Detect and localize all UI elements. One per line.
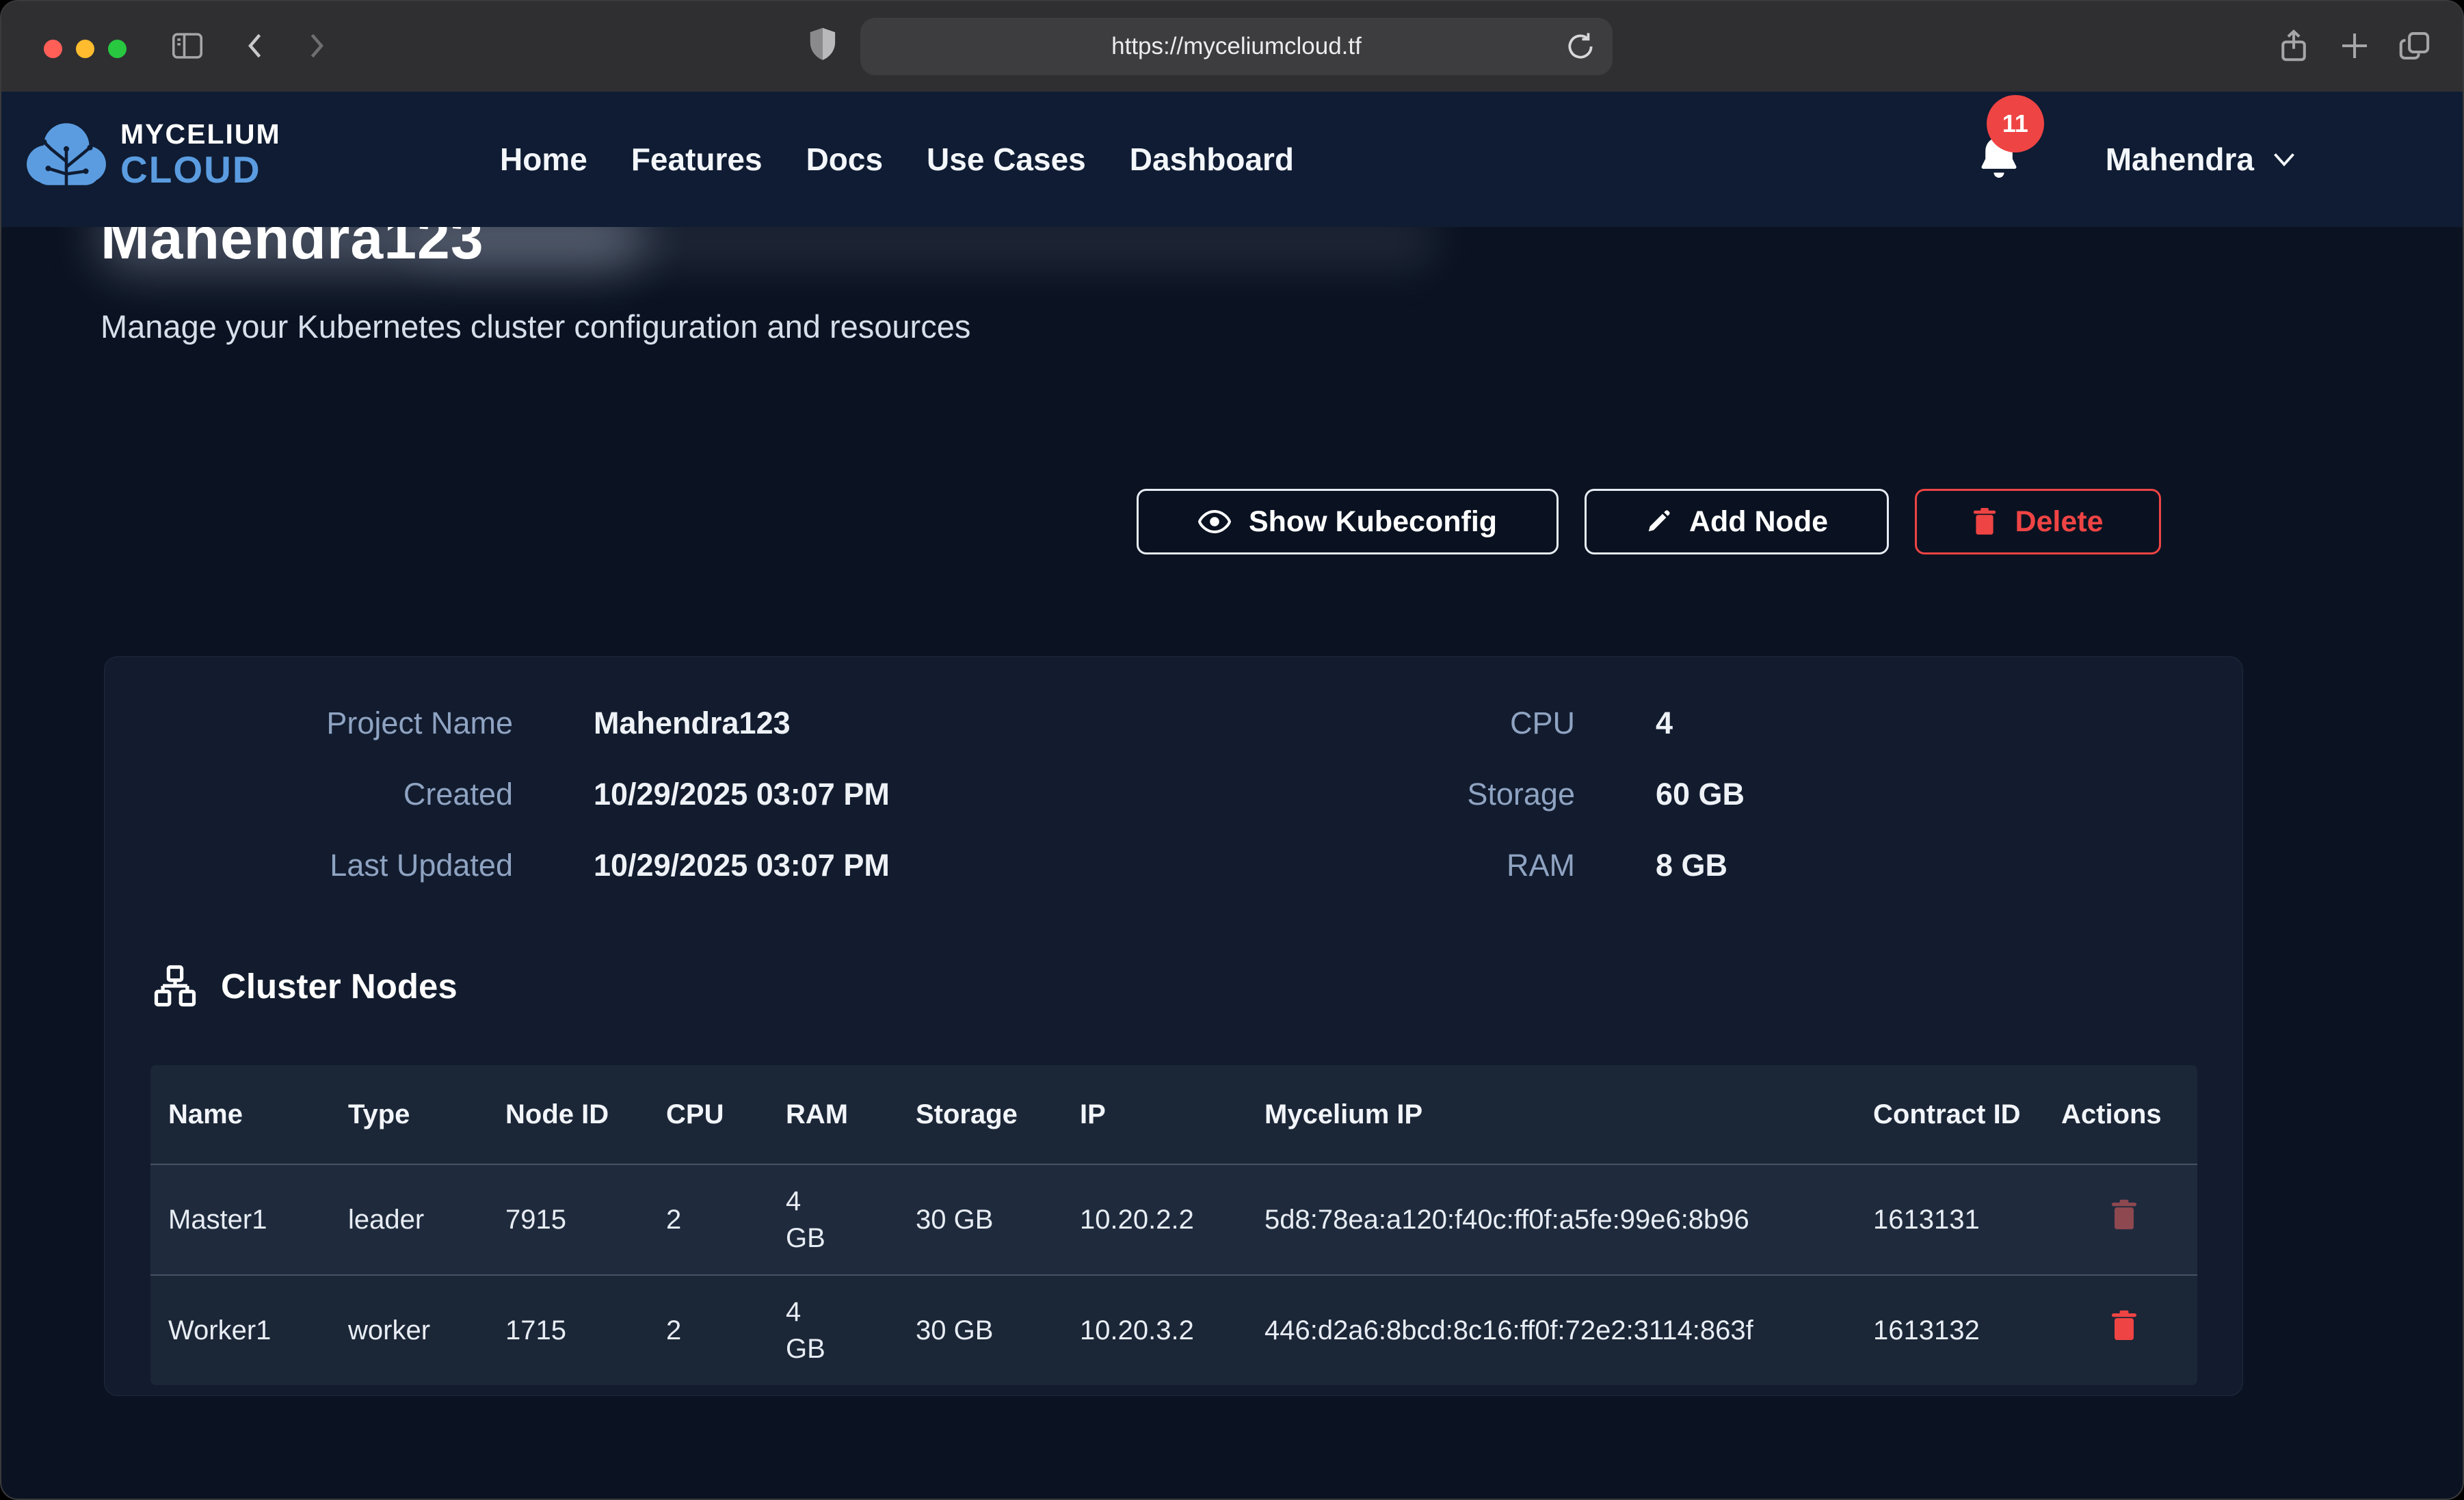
user-menu-button[interactable]: Mahendra (2106, 141, 2296, 178)
delete-label: Delete (2015, 505, 2103, 539)
info-label: Created (153, 777, 513, 812)
show-kubeconfig-button[interactable]: Show Kubeconfig (1137, 489, 1559, 554)
info-value: 8 GB (1656, 848, 1745, 883)
cell-contract-id: 1613132 (1855, 1275, 2043, 1385)
cell-ram: 4 GB (768, 1164, 898, 1275)
info-label: CPU (1308, 706, 1575, 740)
nav-item-dashboard[interactable]: Dashboard (1130, 141, 1294, 178)
notifications-button[interactable]: 11 (1974, 131, 2024, 188)
cell-actions (2043, 1275, 2197, 1385)
brand-logo[interactable]: MYCELIUM CLOUD (25, 115, 281, 194)
info-label: Storage (1308, 777, 1575, 812)
info-value: 60 GB (1656, 777, 1745, 812)
nav-item-features[interactable]: Features (631, 141, 763, 178)
info-value: 10/29/2025 03:07 PM (594, 848, 890, 883)
col-name: Name (150, 1065, 330, 1164)
page-subtitle: Manage your Kubernetes cluster configura… (101, 308, 970, 345)
delete-node-icon[interactable] (2110, 1310, 2138, 1341)
table-header-row: Name Type Node ID CPU RAM Storage IP Myc… (150, 1065, 2197, 1164)
col-ram: RAM (768, 1065, 898, 1164)
brand-line2: CLOUD (120, 151, 281, 189)
info-label: Project Name (153, 706, 513, 740)
cell-actions (2043, 1164, 2197, 1275)
col-type: Type (330, 1065, 488, 1164)
info-label: RAM (1308, 848, 1575, 883)
show-kubeconfig-label: Show Kubeconfig (1249, 505, 1497, 539)
table-row: Master1 leader 7915 2 4 GB 30 GB 10.20.2… (150, 1164, 2197, 1275)
cell-ram: 4 GB (768, 1275, 898, 1385)
cell-storage: 30 GB (898, 1164, 1062, 1275)
pencil-icon (1645, 509, 1671, 535)
col-node-id: Node ID (488, 1065, 648, 1164)
project-info-right: CPU 4 Storage 60 GB RAM 8 GB (1308, 706, 1745, 883)
cell-contract-id: 1613131 (1855, 1164, 2043, 1275)
col-ip: IP (1062, 1065, 1247, 1164)
nav-item-home[interactable]: Home (500, 141, 587, 178)
cluster-actions: Show Kubeconfig Add Node Delete (1137, 489, 2161, 554)
table-row: Worker1 worker 1715 2 4 GB 30 GB 10.20.3… (150, 1275, 2197, 1385)
delete-node-icon[interactable] (2110, 1199, 2138, 1231)
add-node-label: Add Node (1689, 505, 1828, 539)
cell-type: leader (330, 1164, 488, 1275)
col-cpu: CPU (648, 1065, 768, 1164)
nav-item-docs[interactable]: Docs (806, 141, 883, 178)
nav-item-use-cases[interactable]: Use Cases (927, 141, 1086, 178)
cell-node-id: 1715 (488, 1275, 648, 1385)
delete-cluster-button[interactable]: Delete (1915, 489, 2161, 554)
col-storage: Storage (898, 1065, 1062, 1164)
cell-name: Master1 (150, 1164, 330, 1275)
cell-type: worker (330, 1275, 488, 1385)
chevron-down-icon (2272, 151, 2296, 168)
brand-text: MYCELIUM CLOUD (120, 120, 281, 189)
cell-node-id: 7915 (488, 1164, 648, 1275)
user-name: Mahendra (2106, 141, 2254, 178)
add-node-button[interactable]: Add Node (1585, 489, 1889, 554)
notification-badge: 11 (1987, 95, 2044, 152)
project-info-panel: Project Name Mahendra123 Created 10/29/2… (104, 656, 2243, 1396)
project-info-left: Project Name Mahendra123 Created 10/29/2… (153, 706, 890, 883)
network-topology-icon (153, 963, 198, 1008)
info-value: 4 (1656, 706, 1745, 740)
col-mycelium-ip: Mycelium IP (1247, 1065, 1855, 1164)
cell-mycelium-ip: 446:d2a6:8bcd:8c16:ff0f:72e2:3114:863f (1247, 1275, 1855, 1385)
info-label: Last Updated (153, 848, 513, 883)
cell-cpu: 2 (648, 1164, 768, 1275)
cell-name: Worker1 (150, 1275, 330, 1385)
mycelium-cloud-logo-icon (25, 115, 108, 194)
nav-links: Home Features Docs Use Cases Dashboard (500, 92, 1294, 227)
trash-icon (1972, 507, 1997, 536)
cell-mycelium-ip: 5d8:78ea:a120:f40c:ff0f:a5fe:99e6:8b96 (1247, 1164, 1855, 1275)
info-value: Mahendra123 (594, 706, 890, 740)
cluster-nodes-title: Cluster Nodes (221, 966, 458, 1006)
eye-icon (1198, 510, 1231, 533)
cell-cpu: 2 (648, 1275, 768, 1385)
ram-value: 4 GB (786, 1183, 836, 1257)
col-contract-id: Contract ID (1855, 1065, 2043, 1164)
nav-right: 11 Mahendra (1974, 92, 2296, 227)
cluster-nodes-header: Cluster Nodes (153, 963, 458, 1008)
site-navbar: MYCELIUM CLOUD Home Features Docs Use Ca… (1, 92, 2463, 227)
col-actions: Actions (2043, 1065, 2197, 1164)
browser-window: https://myceliumcloud.tf Mahendra123 Man… (0, 0, 2464, 1500)
cell-ip: 10.20.2.2 (1062, 1164, 1247, 1275)
cluster-nodes-table: Name Type Node ID CPU RAM Storage IP Myc… (150, 1065, 2197, 1385)
brand-line1: MYCELIUM (120, 120, 281, 148)
ram-value: 4 GB (786, 1294, 836, 1367)
cell-ip: 10.20.3.2 (1062, 1275, 1247, 1385)
info-value: 10/29/2025 03:07 PM (594, 777, 890, 812)
cell-storage: 30 GB (898, 1275, 1062, 1385)
